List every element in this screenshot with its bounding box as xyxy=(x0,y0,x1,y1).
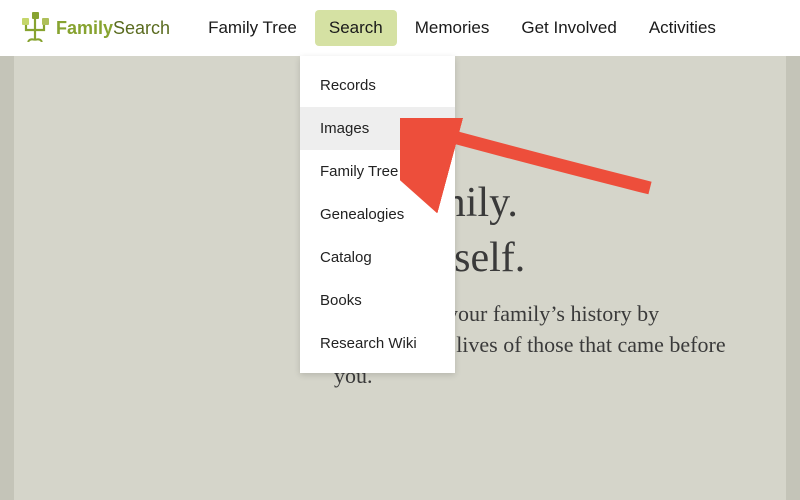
nav-search[interactable]: Search xyxy=(315,10,397,46)
dropdown-item-family-tree[interactable]: Family Tree xyxy=(300,150,455,193)
nav-activities[interactable]: Activities xyxy=(635,10,730,46)
top-nav-bar: FamilySearch Family Tree Search Memories… xyxy=(0,0,800,56)
dropdown-item-images[interactable]: Images xyxy=(300,107,455,150)
dropdown-item-books[interactable]: Books xyxy=(300,279,455,322)
brand-logo[interactable]: FamilySearch xyxy=(20,10,170,47)
tree-icon xyxy=(20,10,52,47)
dropdown-item-catalog[interactable]: Catalog xyxy=(300,236,455,279)
brand-name: FamilySearch xyxy=(56,18,170,39)
nav-family-tree[interactable]: Family Tree xyxy=(194,10,311,46)
primary-nav: Family Tree Search Memories Get Involved… xyxy=(194,10,730,46)
search-dropdown: Records Images Family Tree Genealogies C… xyxy=(300,56,455,373)
nav-get-involved[interactable]: Get Involved xyxy=(507,10,630,46)
dropdown-item-genealogies[interactable]: Genealogies xyxy=(300,193,455,236)
dropdown-item-records[interactable]: Records xyxy=(300,64,455,107)
dropdown-item-research-wiki[interactable]: Research Wiki xyxy=(300,322,455,365)
nav-memories[interactable]: Memories xyxy=(401,10,504,46)
